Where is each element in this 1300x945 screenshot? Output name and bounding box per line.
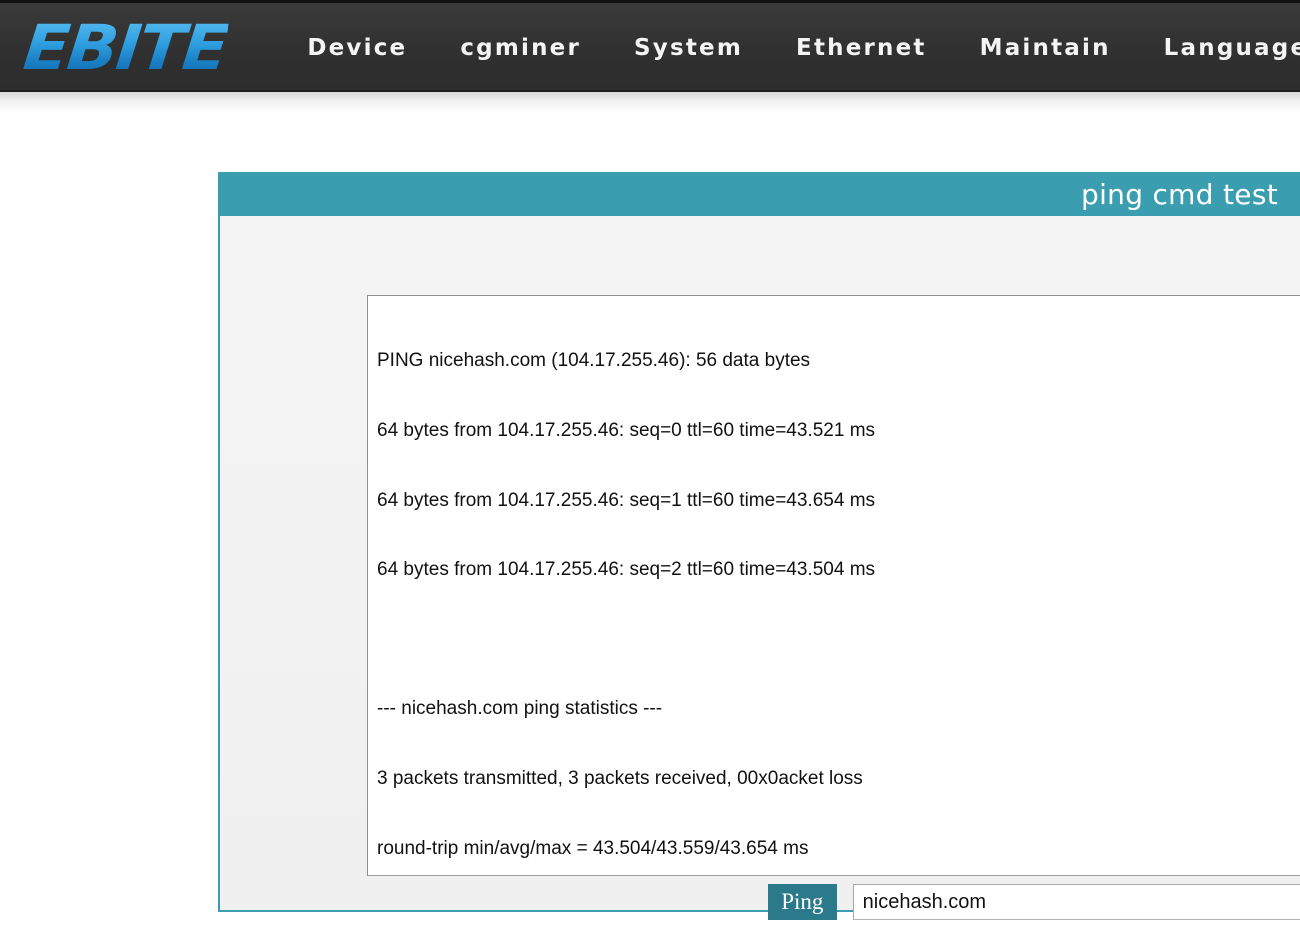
top-navigation-bar: EBITE Device cgminer System Ethernet Mai… [0,0,1300,92]
nav-item-maintain[interactable]: Maintain [980,29,1111,67]
ping-control-row: Ping [220,884,1300,920]
output-line: 64 bytes from 104.17.255.46: seq=0 ttl=6… [377,420,876,442]
nav-item-language[interactable]: Language [1164,29,1300,67]
nav-item-ethernet[interactable]: Ethernet [796,29,927,67]
panel-body: PING nicehash.com (104.17.255.46): 56 da… [220,216,1300,920]
output-line: 64 bytes from 104.17.255.46: seq=1 ttl=6… [377,489,876,511]
main-nav-links: Device cgminer System Ethernet Maintain … [307,29,1300,67]
panel-header: ping cmd test [220,172,1300,216]
ping-cmd-test-panel: ping cmd test PING nicehash.com (104.17.… [218,172,1300,920]
output-line: round-trip min/avg/max = 43.504/43.559/4… [377,837,809,859]
nav-item-device[interactable]: Device [307,29,407,67]
nav-item-cgminer[interactable]: cgminer [460,29,581,67]
panel-title: ping cmd test [1081,177,1278,211]
output-line: PING nicehash.com (104.17.255.46): 56 da… [377,350,811,372]
ping-host-input[interactable] [852,884,1300,920]
navbar-shadow-strip [0,92,1300,114]
ping-button[interactable]: Ping [768,884,837,920]
nav-item-system[interactable]: System [634,29,743,67]
output-line: --- nicehash.com ping statistics --- [377,698,663,720]
ebite-logo: EBITE [20,10,231,84]
output-line-blank [377,628,1300,651]
ping-output-textarea[interactable]: PING nicehash.com (104.17.255.46): 56 da… [367,295,1300,876]
output-line: 64 bytes from 104.17.255.46: seq=2 ttl=6… [377,559,876,581]
output-line: 3 packets transmitted, 3 packets receive… [377,768,863,790]
